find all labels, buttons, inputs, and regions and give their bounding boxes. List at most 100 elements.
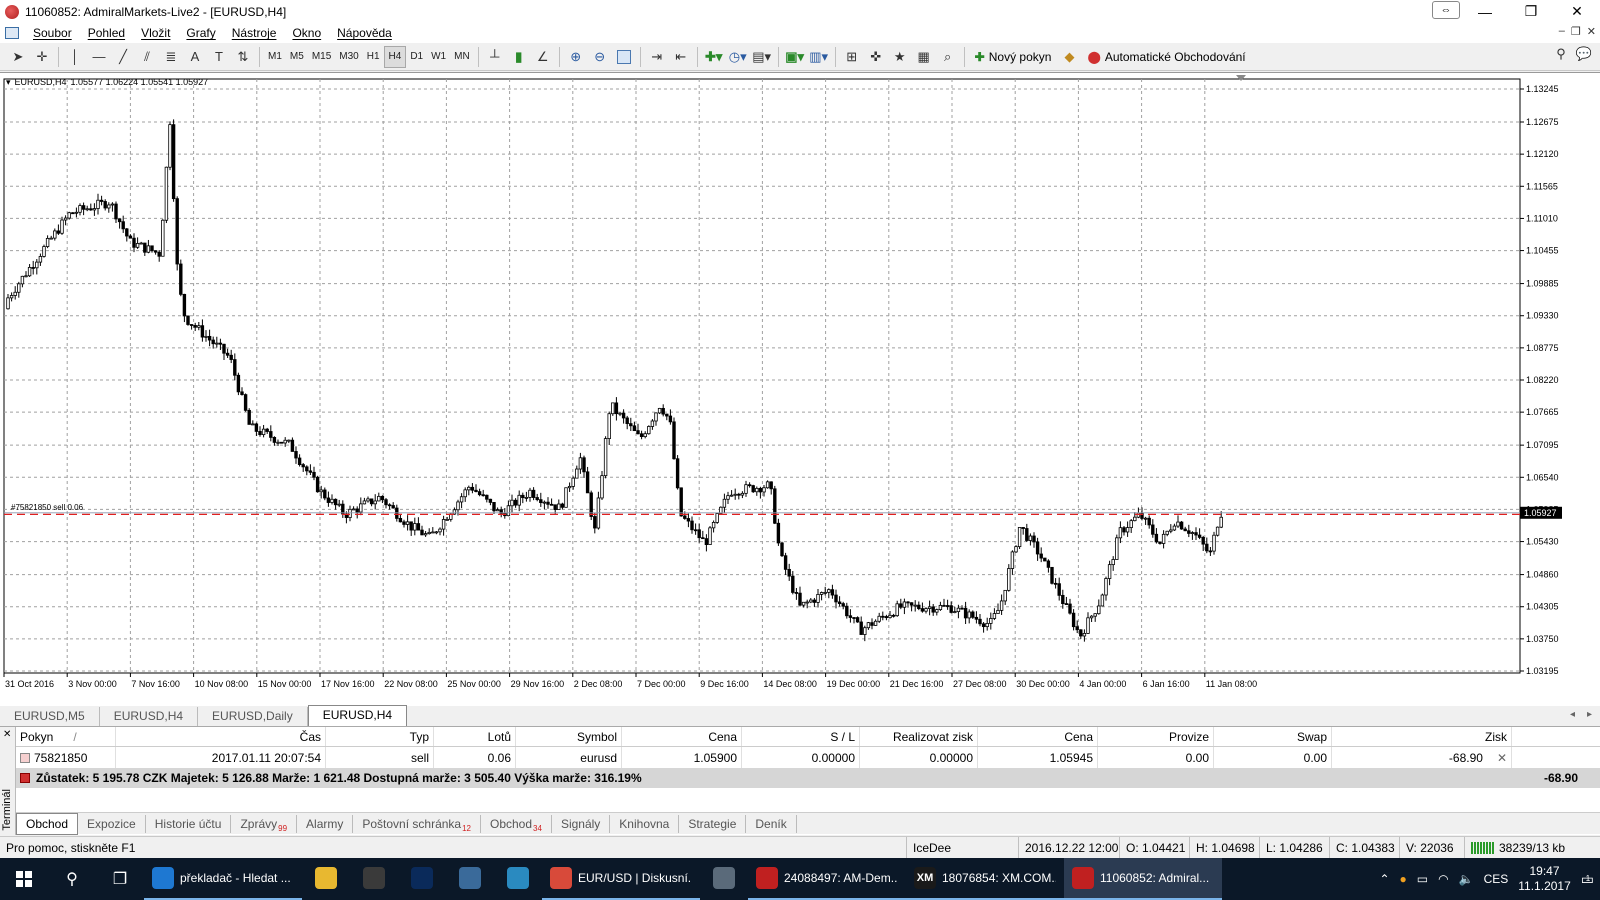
new-chart-icon[interactable]: ▣▾ — [783, 46, 807, 68]
restore-button[interactable]: ❐ — [1508, 0, 1554, 23]
bar-chart-icon[interactable]: ┴ — [483, 46, 507, 68]
col-cena-current[interactable]: Cena — [978, 727, 1098, 746]
text-label-icon[interactable]: T — [207, 46, 231, 68]
trendline-icon[interactable]: ╱ — [111, 46, 135, 68]
market-watch-icon[interactable]: ⊞ — [840, 46, 864, 68]
terminal-tab-9[interactable]: Strategie — [679, 814, 747, 833]
menu-okno[interactable]: Okno — [284, 26, 329, 40]
text-tool-icon[interactable]: A — [183, 46, 207, 68]
chart-tab-eurusd-daily[interactable]: EURUSD,Daily — [198, 707, 308, 726]
col-zisk[interactable]: Zisk — [1332, 727, 1512, 746]
terminal-tab-1[interactable]: Expozice — [78, 814, 146, 833]
taskbar-app-0[interactable]: překladač - Hledat ... — [144, 858, 302, 900]
terminal-tab-0[interactable]: Obchod — [16, 812, 79, 835]
search-icon[interactable]: ⚲ — [1556, 46, 1566, 62]
terminal-tab-7[interactable]: Signály — [552, 814, 611, 833]
zoom-out-icon[interactable]: ⊖ — [588, 46, 612, 68]
period-m30[interactable]: M30 — [335, 46, 362, 68]
chat-icon[interactable]: 💬 — [1576, 46, 1592, 62]
tile-windows-icon[interactable] — [612, 46, 636, 68]
col-sl[interactable]: S / L — [742, 727, 860, 746]
chart-collapse-icon[interactable]: ▾ — [6, 77, 11, 88]
chart-tab-eurusd-h4[interactable]: EURUSD,H4 — [100, 707, 199, 726]
task-view-icon[interactable]: ❐ — [96, 858, 144, 900]
period-m1[interactable]: M1 — [264, 46, 286, 68]
terminal-close-icon[interactable]: ✕ — [3, 729, 11, 740]
auto-trading-button[interactable]: ⬤ Automatické Obchodování — [1081, 46, 1251, 68]
taskbar-app-8[interactable]: 24088497: AM-Dem... — [748, 858, 906, 900]
autoscroll-icon[interactable]: ⇥ — [645, 46, 669, 68]
window-menu-icon[interactable] — [5, 27, 19, 39]
col-swap[interactable]: Swap — [1214, 727, 1332, 746]
col-cena-open[interactable]: Cena — [622, 727, 742, 746]
taskbar-app-10[interactable]: 11060852: Admiral... — [1064, 858, 1222, 900]
minimize-button[interactable]: — — [1462, 0, 1508, 23]
menu-soubor[interactable]: Soubor — [25, 26, 80, 40]
menu-vlozit[interactable]: Vložit — [133, 26, 178, 40]
chart-tab-eurusd-m5[interactable]: EURUSD,M5 — [0, 707, 100, 726]
mdi-restore-icon[interactable]: ❐ — [1571, 25, 1581, 38]
zoom-in-icon[interactable]: ⊕ — [564, 46, 588, 68]
menu-nastroje[interactable]: Nástroje — [224, 26, 285, 40]
period-mn[interactable]: MN — [450, 46, 474, 68]
chart-tab-eurusd-h4-active[interactable]: EURUSD,H4 — [307, 705, 408, 726]
horizontal-line-icon[interactable]: — — [87, 46, 111, 68]
terminal-tab-8[interactable]: Knihovna — [610, 814, 680, 833]
taskbar-app-6[interactable]: EUR/USD | Diskusní... — [542, 858, 700, 900]
menu-grafy[interactable]: Grafy — [178, 26, 223, 40]
data-window-icon[interactable]: ✜ — [864, 46, 888, 68]
taskbar-app-9[interactable]: XM 18076854: XM.COM... — [906, 858, 1064, 900]
mdi-minimize-icon[interactable]: – — [1559, 25, 1565, 38]
indicators-icon[interactable]: ✚▾ — [702, 46, 726, 68]
order-line-label[interactable]: #75821850 sell 0.06 — [11, 503, 83, 512]
periods-clock-icon[interactable]: ◷▾ — [726, 46, 750, 68]
strategy-tester-icon[interactable]: ⌕ — [936, 46, 960, 68]
status-connection[interactable]: 38239/13 kb — [1464, 836, 1600, 859]
col-symbol[interactable]: Symbol — [516, 727, 622, 746]
terminal-tab-5[interactable]: Poštovní schránka 12 — [353, 814, 481, 833]
terminal-tab-6[interactable]: Obchod 34 — [481, 814, 552, 833]
period-w1[interactable]: W1 — [427, 46, 450, 68]
resize-arrows-icon[interactable]: ⇔ — [1432, 1, 1460, 19]
candlestick-chart-icon[interactable]: ▮ — [507, 46, 531, 68]
taskbar-app-7[interactable] — [700, 858, 748, 900]
tray-app-icon[interactable]: ● — [1400, 872, 1407, 886]
vertical-line-icon[interactable]: │ — [63, 46, 87, 68]
profiles-icon[interactable]: ▥▾ — [807, 46, 831, 68]
menu-pohled[interactable]: Pohled — [80, 26, 133, 40]
col-lotu[interactable]: Lotů — [434, 727, 516, 746]
period-h1[interactable]: H1 — [363, 46, 384, 68]
chart-shift-icon[interactable]: ⇤ — [669, 46, 693, 68]
close-button[interactable]: ✕ — [1554, 0, 1600, 23]
tray-expand-icon[interactable]: ⌃ — [1379, 872, 1389, 886]
period-m5[interactable]: M5 — [286, 46, 308, 68]
crosshair-tool-icon[interactable]: ✛ — [30, 46, 54, 68]
search-taskbar-icon[interactable]: ⚲ — [48, 858, 96, 900]
line-chart-icon[interactable]: ∠ — [531, 46, 555, 68]
col-tp[interactable]: Realizovat zisk — [860, 727, 978, 746]
new-order-button[interactable]: ✚ Nový pokyn — [969, 46, 1058, 68]
metaeditor-icon[interactable]: ◆ — [1057, 46, 1081, 68]
taskbar-app-1[interactable] — [302, 858, 350, 900]
mdi-close-icon[interactable]: ✕ — [1587, 25, 1596, 38]
period-d1[interactable]: D1 — [406, 46, 427, 68]
navigator-icon[interactable]: ★ — [888, 46, 912, 68]
col-provize[interactable]: Provize — [1098, 727, 1214, 746]
terminal-tab-2[interactable]: Historie účtu — [146, 814, 232, 833]
col-typ[interactable]: Typ — [326, 727, 434, 746]
start-button[interactable] — [0, 858, 48, 900]
taskbar-app-2[interactable] — [350, 858, 398, 900]
wifi-icon[interactable]: ◠ — [1438, 872, 1448, 886]
notifications-icon[interactable]: ▭ 1 — [1581, 871, 1594, 888]
arrows-tool-icon[interactable]: ⇅ — [231, 46, 255, 68]
taskbar-app-4[interactable] — [446, 858, 494, 900]
channel-icon[interactable]: ⫽ — [135, 46, 159, 68]
taskbar-app-5[interactable] — [494, 858, 542, 900]
table-row[interactable]: 75821850 2017.01.11 20:07:54 sell 0.06 e… — [16, 747, 1600, 768]
terminal-window-icon[interactable]: ▦ — [912, 46, 936, 68]
period-m15[interactable]: M15 — [308, 46, 335, 68]
language-indicator[interactable]: CES — [1484, 872, 1509, 886]
clock[interactable]: 19:47 11.1.2017 — [1518, 864, 1571, 894]
tab-scroll-left-icon[interactable]: ◂ — [1570, 709, 1575, 720]
cursor-tool-icon[interactable]: ➤ — [6, 46, 30, 68]
